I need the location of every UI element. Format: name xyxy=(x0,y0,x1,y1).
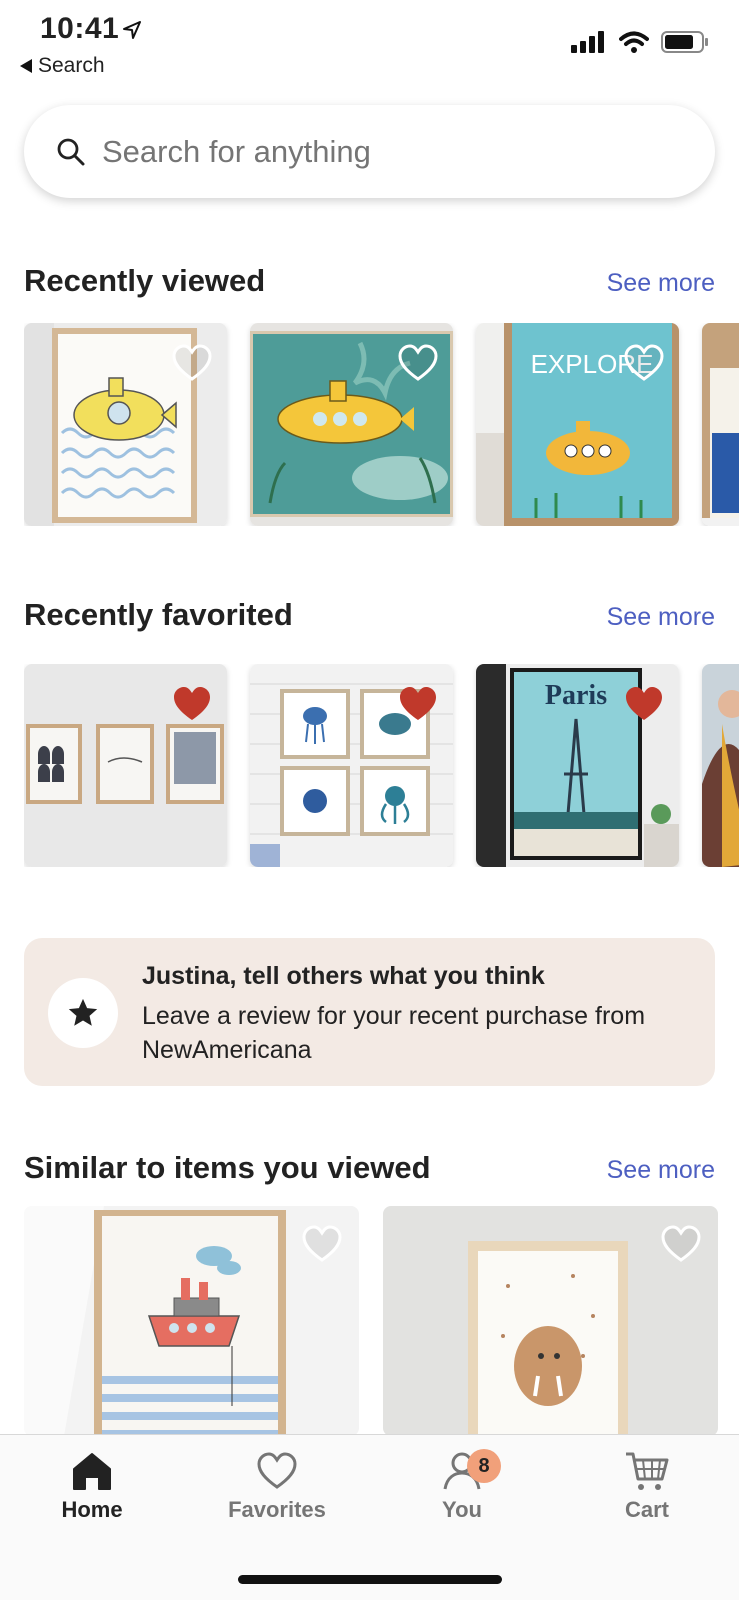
back-label: Search xyxy=(38,54,105,77)
signal-icon xyxy=(571,31,604,53)
product-card[interactable] xyxy=(24,323,227,526)
favorite-heart-icon[interactable] xyxy=(301,1224,343,1264)
similar-items-title: Similar to items you viewed xyxy=(24,1150,431,1185)
product-card[interactable] xyxy=(383,1206,718,1436)
product-card[interactable] xyxy=(24,1206,359,1436)
battery-icon xyxy=(661,31,708,53)
search-icon xyxy=(57,138,85,165)
review-headline: Justina, tell others what you think xyxy=(142,962,545,990)
product-card[interactable] xyxy=(702,323,739,526)
home-icon xyxy=(73,1453,111,1490)
favorite-heart-icon[interactable] xyxy=(660,1224,702,1264)
favorited-heart-icon[interactable] xyxy=(623,684,665,724)
product-card[interactable] xyxy=(702,664,739,867)
favorite-heart-icon[interactable] xyxy=(397,343,439,383)
recently-favorited-title: Recently favorited xyxy=(24,597,293,632)
clock: 10:41 xyxy=(40,12,120,45)
favorited-heart-icon[interactable] xyxy=(397,684,439,724)
similar-items-row xyxy=(24,1206,718,1436)
notification-badge: 8 xyxy=(467,1449,501,1483)
product-card[interactable] xyxy=(250,323,453,526)
tab-home[interactable]: Home xyxy=(17,1449,167,1523)
tab-favorites[interactable]: Favorites xyxy=(202,1449,352,1523)
review-body: Leave a review for your recent purchase … xyxy=(142,1002,646,1064)
leave-review-banner[interactable]: Justina, tell others what you think Leav… xyxy=(24,938,715,1086)
recently-viewed-row: EXPLORE xyxy=(24,323,739,526)
product-image-partial xyxy=(702,323,739,526)
back-arrow-icon xyxy=(20,59,32,73)
review-star-badge xyxy=(48,978,118,1048)
tab-favorites-label: Favorites xyxy=(228,1497,326,1522)
tab-cart[interactable]: Cart xyxy=(572,1449,722,1523)
status-icons xyxy=(571,30,709,54)
heart-icon xyxy=(257,1452,297,1489)
favorite-heart-icon[interactable] xyxy=(623,343,665,383)
wifi-icon xyxy=(619,31,649,53)
tab-you[interactable]: 8 You xyxy=(387,1449,537,1523)
product-card[interactable] xyxy=(250,664,453,867)
recently-viewed-title: Recently viewed xyxy=(24,263,266,298)
search-input[interactable] xyxy=(102,133,662,170)
recently-viewed-see-more-link[interactable]: See more xyxy=(607,269,715,298)
favorite-heart-icon[interactable] xyxy=(171,343,213,383)
product-card[interactable]: Paris xyxy=(476,664,679,867)
product-card[interactable]: EXPLORE xyxy=(476,323,679,526)
recently-favorited-see-more-link[interactable]: See more xyxy=(607,603,715,632)
cart-icon xyxy=(626,1452,669,1490)
star-icon xyxy=(68,998,98,1026)
favorited-heart-icon[interactable] xyxy=(171,684,213,724)
product-card[interactable] xyxy=(24,664,227,867)
similar-items-see-more-link[interactable]: See more xyxy=(607,1156,715,1185)
search-bar[interactable] xyxy=(24,105,715,198)
tab-you-label: You xyxy=(442,1497,482,1522)
paris-text: Paris xyxy=(545,680,607,711)
recently-favorited-row: Paris xyxy=(24,664,739,867)
back-to-search-link[interactable]: Search xyxy=(20,54,105,78)
home-indicator xyxy=(238,1575,502,1584)
status-bar: 10:41 Search xyxy=(0,0,739,90)
tab-cart-label: Cart xyxy=(624,1497,669,1522)
location-arrow-icon xyxy=(123,21,141,39)
tab-home-label: Home xyxy=(61,1497,123,1522)
product-image-partial xyxy=(702,664,739,867)
